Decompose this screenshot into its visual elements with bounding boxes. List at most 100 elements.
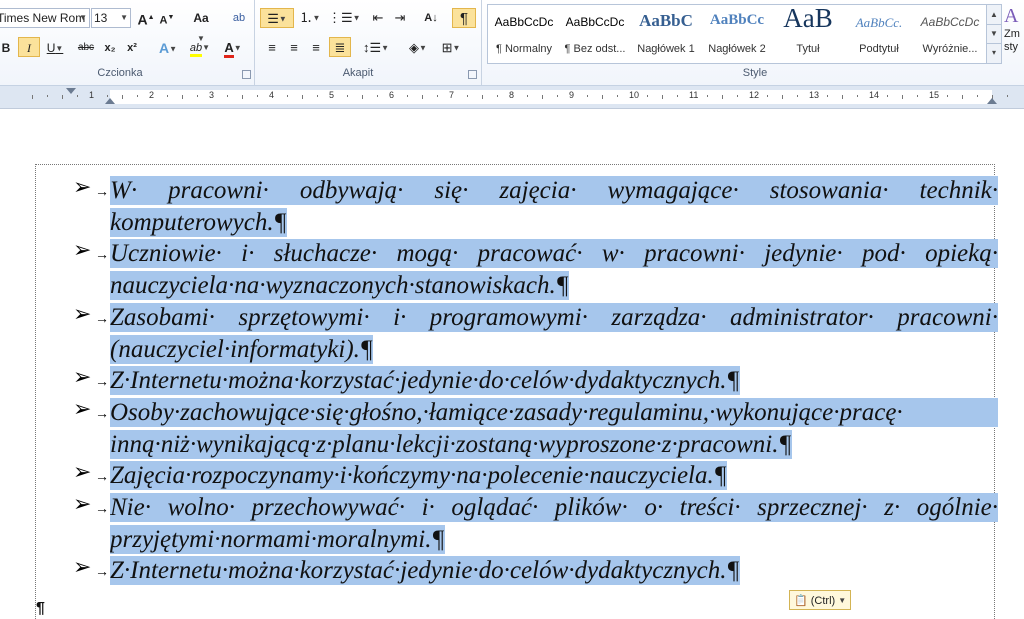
list-item-line[interactable]: nauczyciela·na·wyznaczonych·stanowiskach… [110, 271, 569, 301]
ruler-number: 4 [269, 90, 275, 100]
tab-mark-icon: → [95, 404, 109, 421]
styles-scroll[interactable]: ▲ ▼ ▾ [986, 4, 1002, 64]
ruler-number: 6 [389, 90, 395, 100]
tab-mark-icon: → [95, 309, 109, 326]
bullet-arrow-icon: ➢ [73, 396, 92, 422]
list-item-line[interactable]: Z·Internetu·można·korzystać·jedynie·do·c… [110, 366, 740, 396]
decrease-indent-button[interactable]: ⇤ [368, 8, 388, 28]
ruler-tick [722, 95, 723, 99]
superscript-button[interactable]: x² [122, 38, 142, 58]
paste-options-button[interactable]: 📋 (Ctrl) ▼ [789, 590, 851, 610]
clipboard-icon: 📋 [794, 595, 808, 607]
ruler-number: 12 [749, 90, 760, 100]
numbering-button[interactable]: ⒈▼ [296, 8, 324, 28]
list-item-line[interactable]: Zasobami· sprzętowymi· i· programowymi· … [110, 302, 998, 332]
grow-font-button[interactable]: A▲ [136, 8, 156, 28]
font-size-combo[interactable]: 13 ▼ [91, 8, 131, 28]
shrink-font-button[interactable]: A▼ [158, 8, 176, 28]
sort-button[interactable]: A↓ [420, 8, 442, 28]
tab-mark-icon: → [95, 500, 109, 516]
align-left-button[interactable]: ≡ [262, 38, 282, 58]
ruler-tick [707, 95, 708, 97]
list-item-line[interactable]: komputerowych.¶ [110, 207, 287, 237]
list-item-line[interactable]: Zajęcia·rozpoczynamy·i·kończymy·na·polec… [110, 461, 727, 491]
paragraph-group-label: Akapit [342, 67, 374, 79]
strikethrough-button[interactable]: abc [74, 38, 98, 58]
bullets-button[interactable]: ☰▼ [260, 8, 294, 28]
style-heading-1[interactable]: AaBbC Nagłówek 1 [631, 7, 701, 59]
style-subtitle[interactable]: AaBbCc. Podtytuł [844, 7, 914, 59]
ruler-tick [482, 95, 483, 99]
ruler-tick [902, 95, 903, 99]
justify-button[interactable]: ≣ [329, 37, 351, 57]
style-normal[interactable]: AaBbCcDc ¶ Normalny [489, 7, 559, 59]
text-effects-button[interactable]: A▼ [156, 38, 180, 58]
ruler-tick [317, 95, 318, 97]
list-item-line[interactable]: Uczniowie· i· słuchacze· mogą· pracować·… [110, 239, 998, 269]
bullet-arrow-icon: ➢ [73, 238, 92, 264]
list-item-line[interactable]: W· pracowni· odbywają· się· zajęcia· wym… [110, 176, 998, 205]
style-title[interactable]: AaB Tytuł [773, 3, 843, 59]
style-emphasis[interactable]: AaBbCcDc Wyróżnie... [915, 7, 985, 59]
align-center-button[interactable]: ≡ [284, 38, 304, 58]
ruler-tick [677, 95, 678, 97]
change-case-button[interactable]: Aa ▼ [188, 8, 214, 43]
ruler-number: 9 [569, 90, 575, 100]
scroll-down-icon[interactable]: ▼ [987, 25, 1001, 44]
first-line-indent-marker[interactable] [66, 88, 76, 94]
change-styles-icon: A [1004, 5, 1019, 27]
ruler-tick [962, 95, 963, 99]
ruler-tick [197, 95, 198, 97]
list-item-line[interactable]: (nauczyciel·informatyki).¶ [110, 334, 373, 364]
change-styles-button[interactable]: A Zm sty [1004, 4, 1024, 62]
dialog-launcher-icon[interactable] [468, 70, 477, 79]
ruler-tick [587, 95, 588, 97]
font-name-combo[interactable]: Times New Rom ▼ [0, 8, 90, 28]
ruler-tick [62, 95, 63, 99]
right-indent-marker[interactable] [987, 98, 997, 104]
bullet-arrow-icon: ➢ [73, 365, 92, 391]
style-heading-2[interactable]: AaBbCc Nagłówek 2 [702, 7, 772, 59]
font-size-value: 13 [94, 11, 108, 25]
bold-button[interactable]: B [0, 38, 14, 58]
italic-button[interactable]: I [18, 37, 40, 57]
more-styles-icon[interactable]: ▾ [987, 44, 1001, 62]
style-no-spacing[interactable]: AaBbCcDc ¶ Bez odst... [560, 7, 630, 59]
borders-button[interactable]: ⊞▼ [436, 38, 466, 58]
ruler-tick [662, 95, 663, 99]
increase-indent-button[interactable]: ⇥ [390, 8, 410, 28]
ruler-tick [557, 95, 558, 97]
horizontal-ruler[interactable]: 1 2 3 4 5 6 7 8 9 10 11 12 13 14 15 [0, 86, 1024, 109]
list-item-line[interactable]: Osoby·zachowujące·się·głośno,·łamiące·za… [110, 397, 998, 427]
font-group-label: Czcionka [97, 67, 143, 79]
ruler-tick [407, 95, 408, 97]
list-item-line[interactable]: Z·Internetu·można·korzystać·jedynie·do·c… [110, 556, 740, 586]
hanging-indent-marker[interactable] [105, 98, 115, 104]
tab-mark-icon: → [95, 373, 109, 390]
line-spacing-button[interactable]: ↕☰▼ [362, 38, 390, 58]
subscript-button[interactable]: x₂ [100, 38, 120, 58]
dialog-launcher-icon[interactable] [242, 70, 251, 79]
list-item-line[interactable]: przyjętymi·normami·moralnymi.¶ [110, 524, 445, 554]
list-item-line[interactable]: Nie· wolno· przechowywać· i· oglądać· pl… [110, 493, 998, 522]
tab-mark-icon: → [95, 183, 109, 199]
ruler-tick [737, 95, 738, 97]
bullet-arrow-icon: ➢ [73, 555, 92, 581]
underline-button[interactable]: U▼ [44, 38, 66, 58]
ruler-tick [257, 95, 258, 97]
align-right-button[interactable]: ≡ [306, 38, 326, 58]
ruler-tick [782, 95, 783, 99]
scroll-up-icon[interactable]: ▲ [987, 5, 1001, 25]
highlight-button[interactable]: ab▼ [185, 38, 215, 58]
clear-formatting-button[interactable]: ab [229, 8, 249, 28]
list-item-line[interactable]: inną·niż·wynikającą·z·planu·lekcji·zosta… [110, 429, 792, 459]
multilevel-list-button[interactable]: ⋮☰▼ [328, 8, 361, 28]
group-divider [254, 0, 255, 85]
ruler-tick [227, 95, 228, 97]
ruler-tick [977, 95, 978, 97]
ruler-tick [857, 95, 858, 97]
shading-button[interactable]: ◈▼ [404, 38, 432, 58]
font-color-button[interactable]: A▼ [220, 38, 246, 58]
show-formatting-marks-button[interactable]: ¶ [452, 8, 476, 28]
ruler-tick [617, 95, 618, 97]
